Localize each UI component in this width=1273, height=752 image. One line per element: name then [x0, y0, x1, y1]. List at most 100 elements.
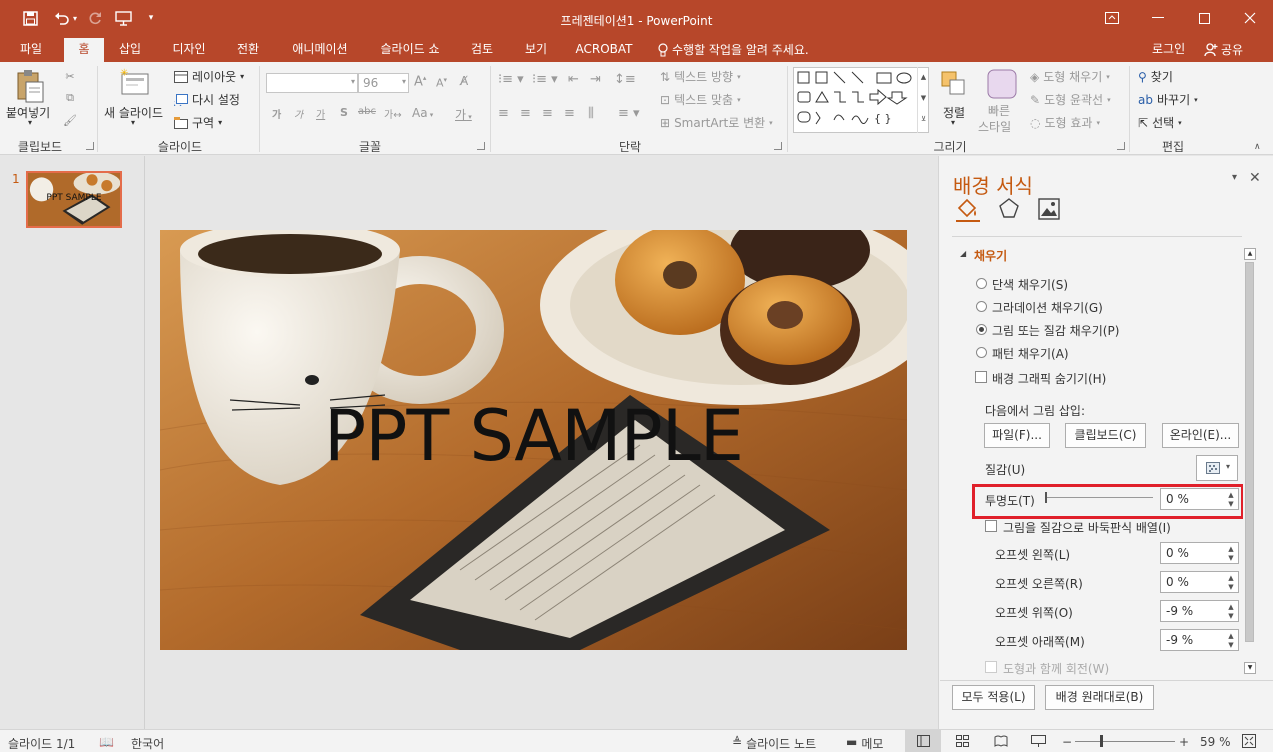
pane-close-icon[interactable]: ✕ [1249, 170, 1261, 186]
picture-tab-icon[interactable] [1038, 198, 1060, 220]
char-spacing-icon[interactable]: 가↔ [384, 106, 402, 121]
replace-button[interactable]: ab 바꾸기 ▾ [1138, 91, 1198, 108]
sign-in-link[interactable]: 로그인 [1152, 38, 1185, 62]
texture-picker[interactable]: ▾ [1196, 455, 1238, 481]
texture-dropdown-icon[interactable]: ▾ [1226, 462, 1230, 471]
share-button[interactable]: 공유 [1204, 38, 1243, 62]
fill-section-header[interactable]: 채우기 [974, 247, 1007, 264]
copy-icon[interactable]: ⧉ [62, 90, 78, 106]
underline-icon[interactable]: 가 [316, 106, 325, 121]
shape-effects-button[interactable]: ◌ 도형 효과 ▾ [1030, 114, 1100, 131]
tab-view[interactable]: 보기 [514, 38, 558, 62]
font-size-dropdown-icon[interactable]: ▾ [402, 77, 406, 86]
clear-format-icon[interactable]: A̸ [460, 74, 468, 88]
offset-right-input[interactable]: 0 % ▲ ▼ [1160, 571, 1239, 593]
tile-checkbox[interactable] [985, 520, 997, 532]
font-name-dropdown-icon[interactable]: ▾ [351, 77, 355, 86]
fit-to-window-icon[interactable] [1242, 734, 1256, 748]
tab-acrobat[interactable]: ACROBAT [568, 38, 640, 62]
reading-view-icon[interactable] [994, 735, 1008, 747]
pattern-fill-radio[interactable] [976, 347, 987, 358]
new-slide-icon[interactable]: ✳ [118, 68, 154, 100]
quick-styles-label-2[interactable]: 스타일 [978, 118, 1011, 135]
drawing-launcher-icon[interactable] [1117, 142, 1125, 150]
pane-scrollbar[interactable]: ▲ ▼ [1243, 246, 1257, 678]
offset-bottom-input[interactable]: -9 % ▲ ▼ [1160, 629, 1239, 651]
section-button[interactable]: 구역 ▾ [174, 114, 222, 131]
effects-tab-icon[interactable] [998, 197, 1020, 219]
change-case-button[interactable]: Aa ▾ [412, 106, 433, 120]
increase-indent-icon[interactable]: ⇥ [590, 72, 601, 87]
smartart-button[interactable]: ⊞ SmartArt로 변환 ▾ [660, 114, 773, 131]
hide-graphics-label[interactable]: 배경 그래픽 숨기기(H) [992, 370, 1106, 387]
scroll-thumb[interactable] [1245, 262, 1254, 642]
tile-label[interactable]: 그림을 질감으로 바둑판식 배열(I) [1003, 519, 1171, 536]
paste-icon[interactable] [14, 68, 50, 108]
bullets-icon[interactable]: ⁝≡ ▾ [498, 72, 524, 87]
ribbon-display-options-icon[interactable] [1089, 4, 1135, 32]
zoom-slider-thumb[interactable] [1100, 735, 1103, 747]
select-button[interactable]: ⇱ 선택 ▾ [1138, 114, 1182, 131]
spin-down-icon[interactable]: ▼ [1226, 641, 1236, 649]
increase-font-icon[interactable]: A▴ [414, 74, 426, 89]
reset-button[interactable]: 다시 설정 [174, 91, 240, 108]
format-painter-icon[interactable]: 🖌 [62, 112, 78, 128]
font-name-combo[interactable]: ▾ [266, 73, 358, 93]
scroll-down-icon[interactable]: ▼ [1244, 662, 1256, 674]
font-size-combo[interactable]: 96 ▾ [358, 73, 409, 93]
text-direction-button[interactable]: ⇅ 텍스트 방향 ▾ [660, 68, 741, 85]
paste-dropdown-icon[interactable]: ▾ [28, 118, 32, 127]
tab-review[interactable]: 검토 [460, 38, 504, 62]
section-collapse-icon[interactable]: ◢ [960, 249, 966, 258]
align-right-icon[interactable]: ≡ [542, 106, 553, 121]
hide-graphics-checkbox[interactable] [975, 371, 987, 383]
online-button[interactable]: 온라인(E)... [1162, 423, 1239, 448]
line-spacing-icon[interactable]: ↕≡ [614, 72, 636, 87]
apply-all-button[interactable]: 모두 적용(L) [952, 685, 1035, 710]
comments-button[interactable]: ▬ 메모 [846, 735, 883, 752]
gradient-fill-label[interactable]: 그라데이션 채우기(G) [992, 299, 1103, 316]
scroll-up-icon[interactable]: ▲ [1244, 248, 1256, 260]
picture-fill-label[interactable]: 그림 또는 질감 채우기(P) [992, 322, 1119, 339]
tab-home[interactable]: 홈 [64, 38, 104, 62]
columns-icon[interactable]: ⫼ [588, 106, 594, 121]
spin-up-icon[interactable]: ▲ [1226, 574, 1236, 582]
slide-sorter-icon[interactable] [956, 735, 969, 747]
file-button[interactable]: 파일(F)... [984, 423, 1050, 448]
rotate-with-shape-label[interactable]: 도형과 함께 회전(W) [1003, 660, 1109, 677]
pattern-fill-label[interactable]: 패턴 채우기(A) [992, 345, 1069, 362]
decrease-font-icon[interactable]: A▾ [436, 76, 447, 90]
tell-me-box[interactable]: 수행할 작업을 알려 주세요. [658, 38, 809, 62]
language-indicator[interactable]: 한국어 [131, 735, 164, 752]
tab-animations[interactable]: 애니메이션 [280, 38, 360, 62]
clipboard-launcher-icon[interactable] [86, 142, 94, 150]
align-center-icon[interactable]: ≡ [520, 106, 531, 121]
columns-dropdown-icon[interactable]: ≡ ▾ [618, 106, 640, 121]
spin-up-icon[interactable]: ▲ [1226, 545, 1236, 553]
font-launcher-icon[interactable] [477, 142, 485, 150]
picture-fill-radio[interactable] [976, 324, 987, 335]
presenter-icon[interactable] [1031, 735, 1046, 747]
align-left-icon[interactable]: ≡ [498, 106, 509, 121]
tab-transitions[interactable]: 전환 [226, 38, 270, 62]
solid-fill-radio[interactable] [976, 278, 987, 289]
slide-thumbnail[interactable]: PPT SAMPLE [26, 171, 122, 228]
notes-button[interactable]: ≜ 슬라이드 노트 [732, 735, 816, 752]
strikethrough-icon[interactable]: abc [358, 106, 376, 117]
spin-down-icon[interactable]: ▼ [1226, 554, 1236, 562]
bold-icon[interactable]: 가 [272, 106, 281, 121]
zoom-out-icon[interactable]: − [1062, 735, 1072, 749]
layout-button[interactable]: 레이아웃 ▾ [174, 68, 244, 85]
font-color-button[interactable]: 가 ▾ [455, 106, 472, 123]
maximize-icon[interactable] [1181, 4, 1227, 32]
shadow-icon[interactable]: S [340, 106, 348, 119]
zoom-level[interactable]: 59 % [1200, 735, 1231, 749]
tab-slideshow[interactable]: 슬라이드 쇼 [370, 38, 450, 62]
rotate-with-shape-checkbox[interactable] [985, 661, 997, 673]
align-text-button[interactable]: ⊡ 텍스트 맞춤 ▾ [660, 91, 741, 108]
decrease-indent-icon[interactable]: ⇤ [568, 72, 579, 87]
justify-icon[interactable]: ≡ [564, 106, 575, 121]
arrange-icon[interactable] [940, 70, 968, 98]
spin-down-icon[interactable]: ▼ [1226, 583, 1236, 591]
offset-top-input[interactable]: -9 % ▲ ▼ [1160, 600, 1239, 622]
